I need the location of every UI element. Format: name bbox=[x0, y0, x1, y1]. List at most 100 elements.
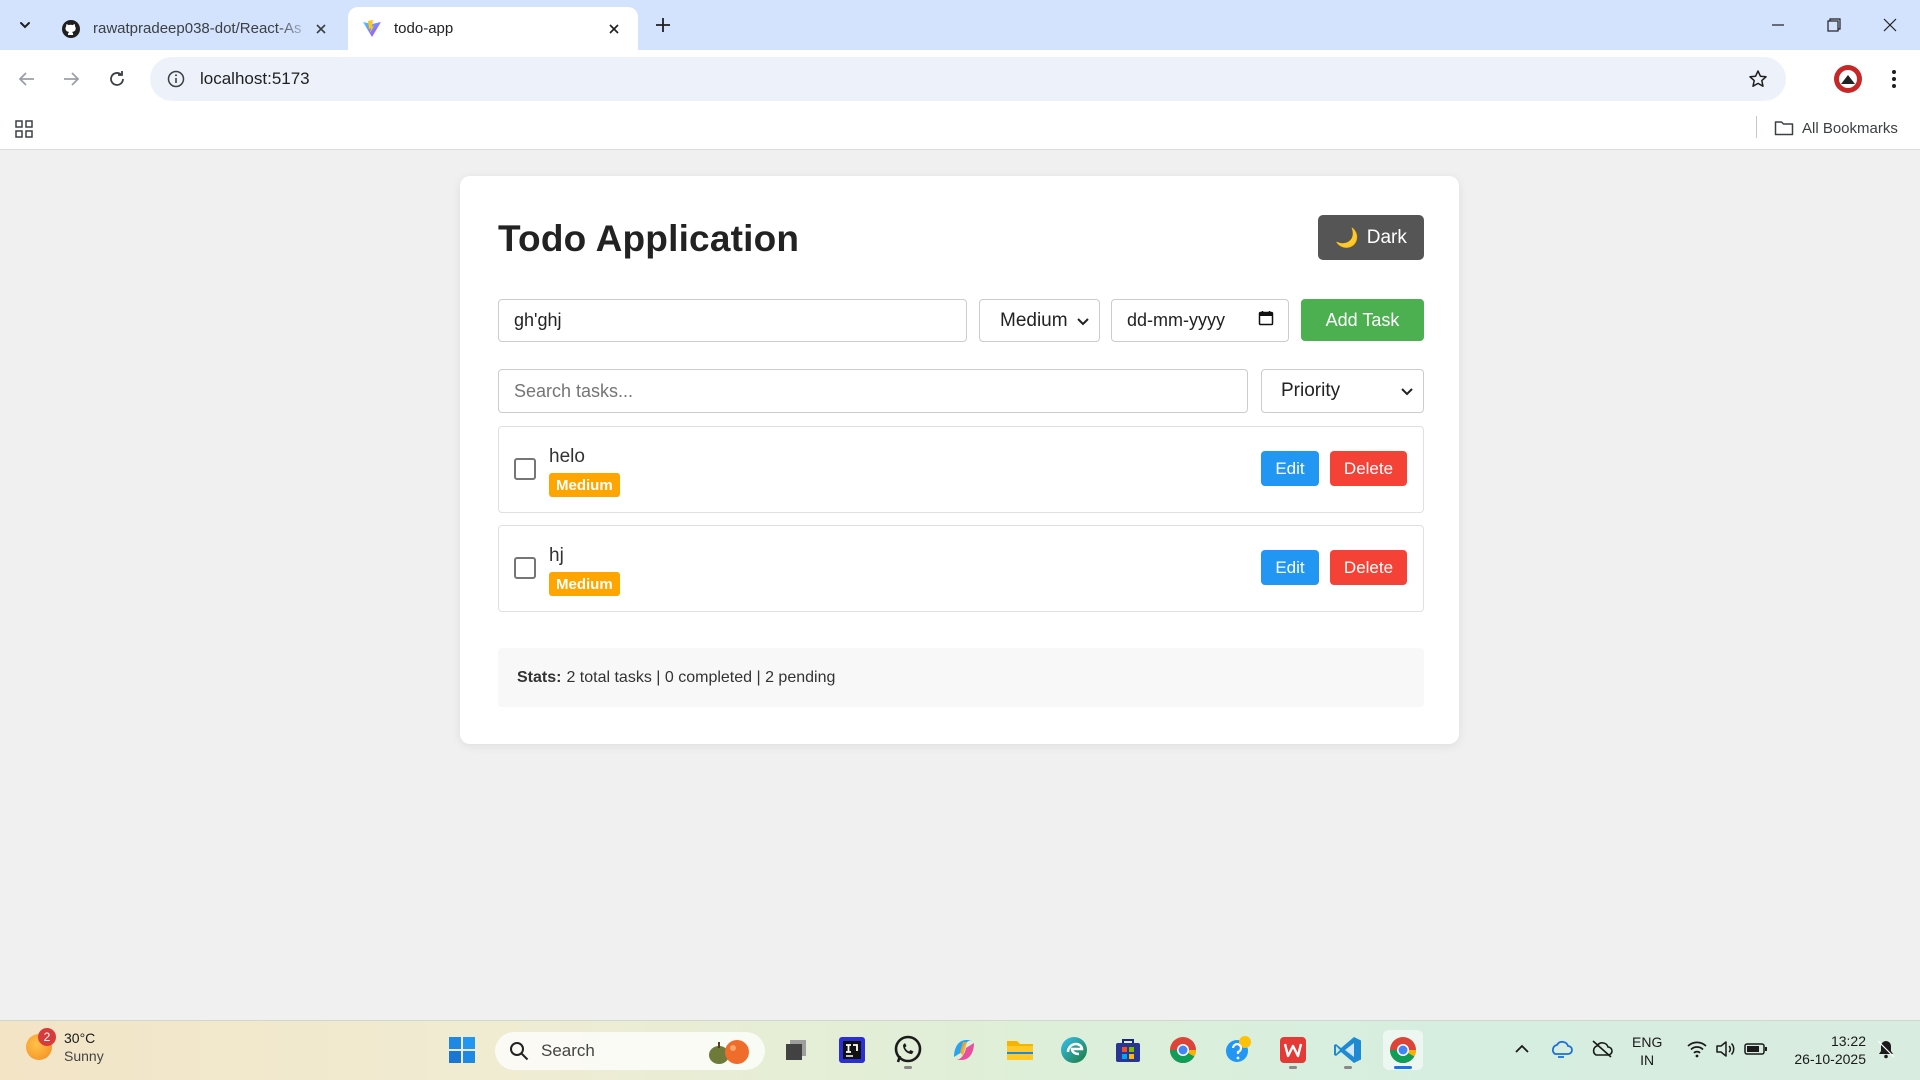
search-input[interactable]: Search tasks... bbox=[498, 369, 1248, 413]
priority-filter-select[interactable]: Priority bbox=[1261, 369, 1424, 413]
browser-toolbar: localhost:5173 bbox=[0, 50, 1920, 108]
task-complete-checkbox[interactable] bbox=[514, 458, 536, 480]
copilot-icon[interactable] bbox=[944, 1030, 984, 1070]
task-complete-checkbox[interactable] bbox=[514, 557, 536, 579]
browser-tab-strip: rawatpradeep038-dot/React-As todo-app bbox=[0, 0, 1920, 50]
stats-text: 2 total tasks | 0 completed | 2 pending bbox=[566, 668, 836, 686]
forward-icon[interactable] bbox=[54, 62, 88, 96]
tab-todo-app[interactable]: todo-app bbox=[348, 7, 638, 50]
new-tab-icon[interactable] bbox=[650, 12, 676, 38]
dark-mode-label: Dark bbox=[1366, 226, 1407, 248]
weather-widget[interactable]: 2 30°C Sunny bbox=[26, 1028, 104, 1065]
cloud-offline-icon[interactable] bbox=[1588, 1035, 1616, 1063]
taskbar-search[interactable]: Search bbox=[495, 1032, 765, 1070]
task-view-icon[interactable] bbox=[776, 1030, 816, 1070]
task-input-value: gh'ghj bbox=[514, 310, 562, 330]
task-input[interactable]: gh'ghj bbox=[498, 299, 967, 342]
search-icon bbox=[509, 1041, 529, 1061]
edit-button[interactable]: Edit bbox=[1261, 550, 1319, 585]
weather-temp: 30°C bbox=[64, 1030, 96, 1046]
dark-mode-button[interactable]: 🌙 Dark bbox=[1318, 215, 1424, 260]
whatsapp-icon[interactable] bbox=[888, 1030, 928, 1070]
language-indicator[interactable]: ENG IN bbox=[1632, 1033, 1662, 1069]
clock-time: 13:22 bbox=[1830, 1033, 1866, 1049]
tab-title: todo-app bbox=[394, 20, 454, 37]
folder-icon bbox=[1774, 119, 1794, 137]
profile-avatar-icon[interactable] bbox=[1833, 64, 1863, 94]
search-placeholder: Search tasks... bbox=[514, 380, 634, 401]
github-icon bbox=[61, 19, 81, 39]
task-name: helo bbox=[549, 446, 585, 467]
moon-icon: 🌙 bbox=[1335, 227, 1359, 249]
notifications-icon[interactable] bbox=[1872, 1035, 1900, 1063]
todo-card: Todo Application 🌙 Dark gh'ghj Medium dd… bbox=[460, 176, 1459, 744]
volume-icon[interactable] bbox=[1712, 1035, 1740, 1063]
priority-select[interactable]: Medium bbox=[979, 299, 1100, 342]
priority-filter-value: Priority bbox=[1281, 380, 1341, 401]
wifi-icon[interactable] bbox=[1683, 1035, 1711, 1063]
windows-start-icon[interactable] bbox=[442, 1030, 482, 1070]
bookmark-star-icon[interactable] bbox=[1736, 57, 1780, 101]
wps-office-icon[interactable] bbox=[1273, 1030, 1313, 1070]
site-info-icon[interactable] bbox=[156, 57, 196, 101]
search-highlight-icon bbox=[701, 1037, 757, 1065]
tab-github[interactable]: rawatpradeep038-dot/React-As bbox=[47, 7, 345, 50]
close-tab-icon[interactable] bbox=[311, 19, 331, 39]
bookmarks-bar: All Bookmarks bbox=[0, 108, 1920, 150]
stats-label: Stats: bbox=[517, 668, 562, 686]
apps-grid-icon[interactable] bbox=[12, 117, 36, 141]
intellij-icon[interactable] bbox=[832, 1030, 872, 1070]
back-icon[interactable] bbox=[10, 62, 44, 96]
chrome-icon[interactable] bbox=[1163, 1030, 1203, 1070]
reload-icon[interactable] bbox=[100, 62, 134, 96]
priority-badge: Medium bbox=[549, 572, 620, 596]
tab-search-dropdown-icon[interactable] bbox=[10, 10, 40, 40]
address-bar[interactable]: localhost:5173 bbox=[150, 57, 1786, 101]
page-title: Todo Application bbox=[498, 218, 800, 259]
help-app-icon[interactable] bbox=[1218, 1030, 1258, 1070]
task-name: hj bbox=[549, 545, 564, 566]
close-tab-icon[interactable] bbox=[604, 19, 624, 39]
due-date-input[interactable]: dd-mm-yyyy bbox=[1111, 299, 1289, 342]
priority-badge: Medium bbox=[549, 473, 620, 497]
task-item: helo Medium Edit Delete bbox=[498, 426, 1424, 513]
weather-condition: Sunny bbox=[64, 1048, 104, 1064]
running-indicator bbox=[904, 1066, 912, 1069]
add-task-button[interactable]: Add Task bbox=[1301, 299, 1424, 341]
vite-icon bbox=[362, 19, 382, 39]
battery-icon[interactable] bbox=[1742, 1035, 1770, 1063]
vscode-icon[interactable] bbox=[1328, 1030, 1368, 1070]
close-window-icon[interactable] bbox=[1862, 0, 1918, 50]
all-bookmarks-button[interactable]: All Bookmarks bbox=[1774, 113, 1898, 143]
restore-icon[interactable] bbox=[1806, 0, 1862, 50]
date-placeholder: dd-mm-yyyy bbox=[1127, 310, 1225, 330]
delete-button[interactable]: Delete bbox=[1330, 550, 1407, 585]
chevron-up-icon[interactable] bbox=[1508, 1035, 1536, 1063]
windows-taskbar: 2 30°C Sunny Search ENG IN 13:22 26-10-2… bbox=[0, 1020, 1920, 1080]
url-text[interactable]: localhost:5173 bbox=[200, 69, 1736, 89]
priority-select-value: Medium bbox=[1000, 309, 1068, 331]
taskbar-search-label: Search bbox=[541, 1041, 595, 1060]
microsoft-store-icon[interactable] bbox=[1108, 1030, 1148, 1070]
page-viewport: Todo Application 🌙 Dark gh'ghj Medium dd… bbox=[0, 151, 1920, 1020]
task-item: hj Medium Edit Delete bbox=[498, 525, 1424, 612]
chrome-active-icon[interactable] bbox=[1383, 1030, 1423, 1070]
edge-icon[interactable] bbox=[1054, 1030, 1094, 1070]
active-indicator bbox=[1394, 1066, 1412, 1069]
stats-bar: Stats: 2 total tasks | 0 completed | 2 p… bbox=[498, 648, 1424, 707]
delete-button[interactable]: Delete bbox=[1330, 451, 1407, 486]
file-explorer-icon[interactable] bbox=[1000, 1030, 1040, 1070]
chevron-down-icon bbox=[1077, 310, 1089, 332]
bookmarks-divider bbox=[1756, 116, 1757, 138]
clock-date: 26-10-2025 bbox=[1794, 1051, 1866, 1067]
sun-icon: 2 bbox=[26, 1028, 56, 1060]
onedrive-icon[interactable] bbox=[1547, 1035, 1575, 1063]
system-clock[interactable]: 13:22 26-10-2025 bbox=[1780, 1032, 1866, 1068]
more-options-icon[interactable] bbox=[1877, 62, 1911, 96]
all-bookmarks-label: All Bookmarks bbox=[1802, 119, 1898, 137]
calendar-icon[interactable] bbox=[1258, 310, 1274, 331]
minimize-icon[interactable] bbox=[1750, 0, 1806, 50]
weather-badge: 2 bbox=[38, 1028, 56, 1046]
running-indicator bbox=[1344, 1066, 1352, 1069]
edit-button[interactable]: Edit bbox=[1261, 451, 1319, 486]
